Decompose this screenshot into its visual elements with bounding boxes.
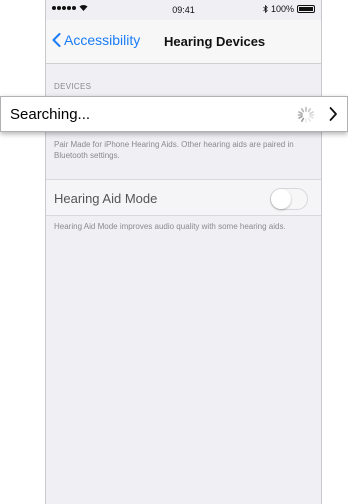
status-bar: 09:41 100% [46, 0, 321, 20]
page-title: Hearing Devices [164, 34, 266, 49]
bluetooth-icon [263, 5, 268, 13]
hearing-aid-mode-footer: Hearing Aid Mode improves audio quality … [54, 222, 286, 231]
chevron-right-icon [329, 107, 337, 121]
battery-icon [297, 5, 315, 13]
hearing-aid-mode-row: Hearing Aid Mode [46, 179, 321, 216]
devices-section-header: DEVICES [54, 82, 92, 91]
searching-row[interactable]: Searching... [0, 96, 348, 132]
battery-percent: 100% [270, 4, 294, 14]
back-button[interactable]: Accessibility [52, 32, 140, 48]
hearing-aid-mode-label: Hearing Aid Mode [54, 191, 158, 206]
devices-footer-text: Pair Made for iPhone Hearing Aids. Other… [54, 140, 294, 160]
back-label: Accessibility [64, 32, 141, 48]
toggle-knob [271, 189, 291, 209]
navigation-bar: Accessibility Hearing Devices [46, 20, 321, 64]
chevron-left-icon [52, 33, 61, 47]
phone-screen: 09:41 100% Accessibility Hearing Devices… [45, 0, 322, 504]
battery-group: 100% [263, 4, 315, 14]
loading-spinner-icon [297, 106, 315, 124]
hearing-aid-mode-toggle[interactable] [270, 188, 308, 210]
searching-label: Searching... [10, 106, 91, 123]
